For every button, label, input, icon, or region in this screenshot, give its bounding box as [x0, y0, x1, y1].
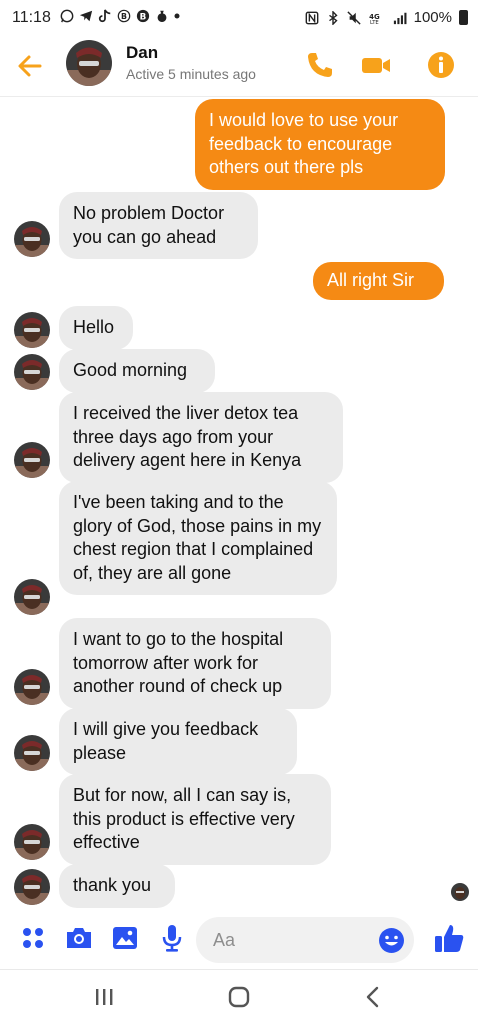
sender-avatar[interactable]	[14, 669, 50, 705]
dot-icon	[174, 13, 180, 19]
sender-avatar[interactable]	[14, 735, 50, 771]
grid-menu-icon[interactable]	[18, 923, 48, 953]
message-bubble-incoming[interactable]: I've been taking and to the glory of God…	[59, 481, 337, 595]
sender-avatar[interactable]	[14, 824, 50, 860]
sender-avatar[interactable]	[14, 869, 50, 905]
svg-text:LTE: LTE	[370, 20, 379, 25]
moneybag-icon	[157, 10, 167, 23]
image-icon[interactable]	[110, 923, 140, 953]
contact-avatar[interactable]	[66, 40, 112, 86]
message-list[interactable]: I would love to use your feedback to enc…	[0, 97, 478, 908]
emoji-icon[interactable]	[378, 927, 405, 954]
back-arrow-icon[interactable]	[14, 50, 46, 82]
sender-avatar[interactable]	[14, 354, 50, 390]
battery-percent: 100%	[413, 9, 452, 26]
svg-text:B: B	[140, 13, 147, 23]
4g-icon: 4GLTE	[369, 12, 380, 25]
message-bubble-incoming[interactable]: I want to go to the hospital tomorrow af…	[59, 618, 331, 709]
mute-icon	[347, 10, 361, 25]
message-bubble-incoming[interactable]: Hello	[59, 306, 133, 350]
svg-text:B: B	[121, 12, 127, 21]
message-bubble-incoming[interactable]: I received the liver detox tea three day…	[59, 392, 343, 483]
b-icon: B	[117, 9, 131, 23]
android-nav-bar	[0, 969, 478, 1025]
video-call-icon[interactable]	[360, 49, 392, 81]
notification-icons: B B	[60, 9, 180, 23]
back-icon[interactable]	[358, 982, 388, 1012]
contact-name[interactable]: Dan	[126, 43, 158, 63]
system-icons: 4G LTE 100%	[305, 9, 468, 26]
info-icon[interactable]	[425, 49, 457, 81]
sender-avatar[interactable]	[14, 442, 50, 478]
active-status: Active 5 minutes ago	[126, 66, 256, 82]
home-icon[interactable]	[224, 982, 254, 1012]
sender-avatar[interactable]	[14, 579, 50, 615]
like-icon[interactable]	[432, 921, 466, 955]
bitcoin-icon: B	[136, 9, 150, 23]
seen-indicator-avatar	[451, 883, 469, 901]
message-bubble-incoming[interactable]: I will give you feedback please	[59, 708, 297, 775]
camera-icon[interactable]	[64, 923, 94, 953]
message-bubble-incoming[interactable]: thank you	[59, 864, 175, 908]
microphone-icon[interactable]	[157, 923, 187, 953]
message-bubble-incoming[interactable]: But for now, all I can say is, this prod…	[59, 774, 331, 865]
status-time: 11:18	[12, 9, 51, 26]
message-composer	[0, 907, 478, 969]
whatsapp-icon	[60, 9, 74, 23]
message-bubble-outgoing[interactable]: I would love to use your feedback to enc…	[195, 99, 445, 190]
sender-avatar[interactable]	[14, 312, 50, 348]
sender-avatar[interactable]	[14, 221, 50, 257]
message-bubble-outgoing[interactable]: All right Sir	[313, 262, 444, 300]
status-bar: 11:18 B B 4G LTE 100%	[0, 0, 478, 36]
phone-call-icon[interactable]	[304, 49, 336, 81]
signal-icon	[393, 12, 407, 24]
message-bubble-incoming[interactable]: Good morning	[59, 349, 215, 393]
telegram-icon	[79, 10, 93, 22]
message-bubble-incoming[interactable]: No problem Doctor you can go ahead	[59, 192, 258, 259]
recent-apps-icon[interactable]	[89, 982, 119, 1012]
bluetooth-icon	[328, 10, 338, 25]
battery-icon	[459, 10, 468, 25]
conversation-header: Dan Active 5 minutes ago	[0, 36, 478, 97]
tiktok-icon	[98, 9, 111, 23]
nfc-icon	[305, 11, 319, 24]
